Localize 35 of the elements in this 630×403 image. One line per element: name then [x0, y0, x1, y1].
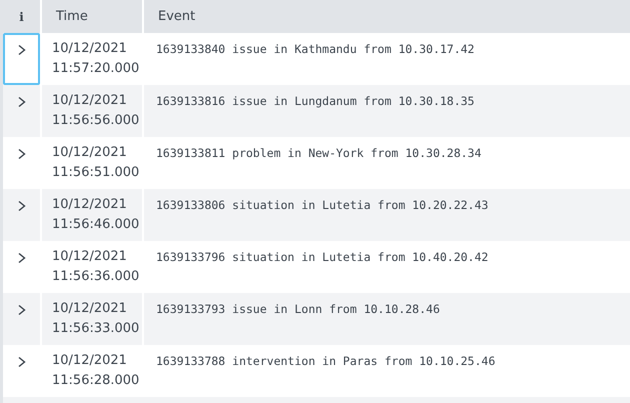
time-text: 11:56:28.000 [52, 372, 140, 390]
date-text: 10/12/2021 [52, 144, 128, 162]
event-text: 1639133840 issue in Kathmandu from 10.30.17.42 [156, 42, 474, 56]
time-text: 11:56:46.000 [52, 216, 140, 234]
chevron-right-icon [16, 148, 26, 160]
expand-button[interactable] [3, 33, 40, 85]
chevron-right-icon [16, 252, 26, 264]
column-header[interactable]: Time [40, 0, 142, 33]
event-text: 1639133806 situation in Lutetia from 10.20.22.43 [156, 198, 488, 212]
chevron-right-icon [16, 200, 26, 212]
event-text: 1639133788 intervention in Paras from 10.10.25.46 [156, 354, 496, 368]
date-text: 10/12/2021 [52, 196, 128, 214]
expand-button[interactable] [3, 189, 40, 241]
time-text: 11:57:20.000 [52, 60, 140, 78]
chevron-right-icon [16, 96, 26, 108]
chevron-right-icon [16, 44, 26, 56]
date-text: 10/12/2021 [52, 352, 128, 370]
date-text: 10/12/2021 [52, 248, 128, 266]
date-text: 10/12/2021 [52, 40, 128, 58]
column-header[interactable]: Event [142, 0, 630, 33]
time-text: 11:56:36.000 [52, 268, 140, 286]
chevron-right-icon [16, 304, 26, 316]
event-text: 1639133793 issue in Lonn from 10.10.28.46 [156, 302, 440, 316]
time-text: 11:56:51.000 [52, 164, 140, 182]
time-text: 11:56:33.000 [52, 320, 140, 338]
chevron-right-icon [16, 356, 26, 368]
time-text: 11:56:56.000 [52, 112, 140, 130]
expand-button[interactable] [3, 85, 40, 137]
event-text: 1639133811 problem in New-York from 10.30.28.34 [156, 146, 482, 160]
expand-button[interactable] [3, 293, 40, 345]
event-text: 1639133816 issue in Lungdanum from 10.30.18.35 [156, 94, 474, 108]
info-column-header: i [3, 0, 40, 33]
event-text: 1639133796 situation in Lutetia from 10.40.20.42 [156, 250, 488, 264]
date-text: 10/12/2021 [52, 92, 128, 110]
date-text: 10/12/2021 [52, 300, 128, 318]
